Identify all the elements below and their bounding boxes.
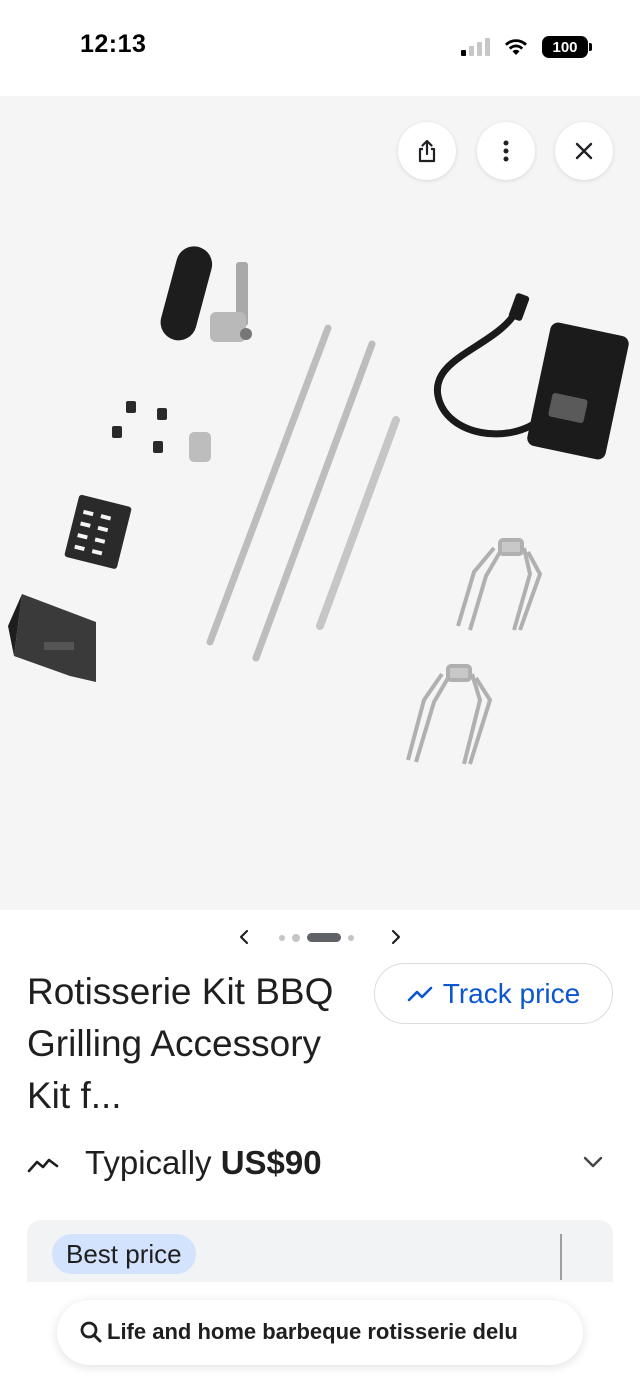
price-history-row[interactable]: Typically US$90 [27, 1140, 613, 1192]
next-image-button[interactable] [383, 924, 409, 950]
wifi-icon [505, 39, 527, 55]
typical-price: Typically US$90 [85, 1144, 322, 1182]
search-query: Life and home barbeque rotisserie delu [107, 1319, 518, 1344]
typical-price-value: US$90 [220, 1144, 322, 1181]
spit-rods-part [206, 324, 400, 662]
coupler-part [189, 432, 211, 462]
search-bar[interactable]: Life and home barbeque rotisserie delu [57, 1300, 583, 1365]
status-icons: 100 [461, 36, 592, 58]
search-icon [80, 1321, 102, 1343]
handle-part [160, 246, 213, 341]
status-bar: 12:13 100 [0, 0, 640, 96]
motor-part [433, 293, 629, 460]
share-icon [418, 139, 436, 163]
more-vertical-icon [503, 140, 509, 162]
cellular-signal-icon [461, 38, 490, 56]
carousel-dot-active[interactable] [307, 933, 341, 942]
motor-bracket-part [64, 494, 132, 569]
forks-part [406, 538, 543, 765]
chevron-right-icon [391, 929, 401, 945]
track-price-button[interactable]: Track price [374, 963, 613, 1024]
battery-indicator: 100 [542, 36, 592, 58]
carousel-dot[interactable] [348, 934, 354, 941]
card-divider [560, 1234, 562, 1280]
product-image-viewer[interactable] [0, 96, 640, 910]
product-title[interactable]: Rotisserie Kit BBQ Grilling Accessory Ki… [27, 966, 367, 1122]
chevron-down-icon[interactable] [583, 1156, 603, 1168]
price-trend-icon [27, 1158, 59, 1173]
status-time: 12:13 [80, 30, 147, 58]
close-button[interactable] [555, 122, 613, 180]
more-options-button[interactable] [477, 122, 535, 180]
share-button[interactable] [398, 122, 456, 180]
carousel-dot[interactable] [279, 934, 285, 941]
product-image [8, 246, 629, 765]
previous-image-button[interactable] [231, 924, 257, 950]
close-icon [575, 142, 593, 160]
mount-plate-part [8, 594, 96, 682]
typical-price-prefix: Typically [85, 1144, 212, 1181]
chevron-left-icon [239, 929, 249, 945]
offer-card[interactable]: Best price [27, 1220, 613, 1282]
bracket-part [210, 262, 252, 342]
screws-part [112, 401, 167, 453]
best-price-badge: Best price [52, 1234, 196, 1274]
carousel-dot[interactable] [292, 933, 300, 942]
track-price-label: Track price [442, 977, 581, 1009]
carousel-dots [279, 933, 354, 942]
image-carousel-controls [0, 922, 640, 952]
trending-up-icon [407, 986, 433, 1001]
